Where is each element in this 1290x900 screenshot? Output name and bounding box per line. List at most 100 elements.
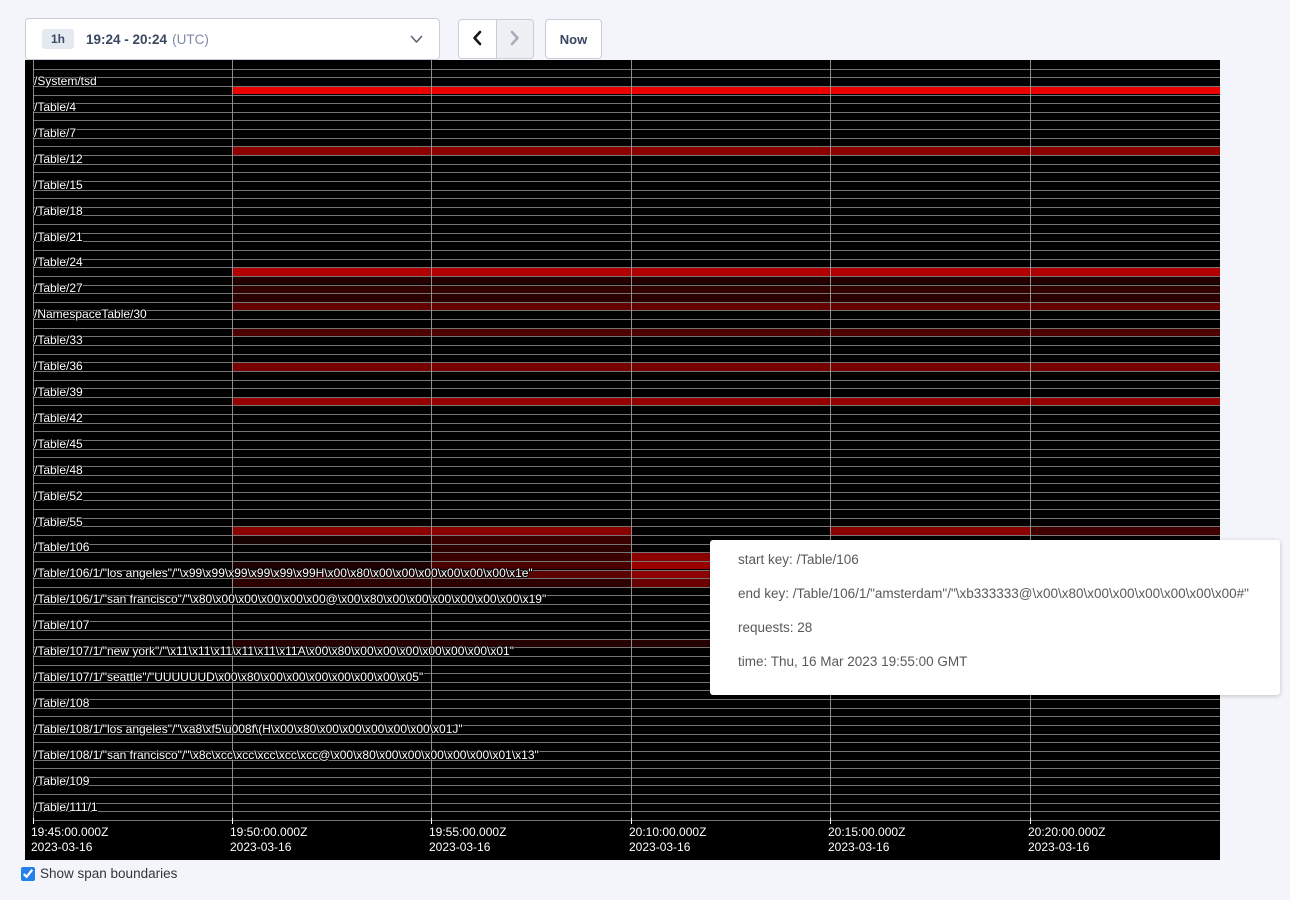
key-span-label: /Table/21 <box>34 231 83 244</box>
span-boundary-line <box>33 103 1220 104</box>
key-span-label: /Table/108 <box>34 697 89 710</box>
span-boundary-line <box>33 509 1220 510</box>
span-boundary-line <box>33 215 1220 216</box>
span-boundary-line <box>33 492 1220 493</box>
tooltip-start-key: start key: /Table/106 <box>738 543 1280 577</box>
span-boundary-line <box>33 803 1220 804</box>
time-zone-text: (UTC) <box>172 32 209 47</box>
key-span-label: /Table/107 <box>34 619 89 632</box>
span-boundary-line <box>33 319 1220 320</box>
span-boundary-line <box>33 112 1220 113</box>
key-visualizer-canvas[interactable]: /System/tsd/Table/4/Table/7/Table/12/Tab… <box>25 60 1220 860</box>
key-span-label: /Table/7 <box>34 127 76 140</box>
key-span-label: /Table/109 <box>34 775 89 788</box>
span-boundary-line <box>33 310 1220 311</box>
heat-band <box>232 363 1220 371</box>
span-boundary-line <box>33 457 1220 458</box>
tooltip-time: time: Thu, 16 Mar 2023 19:55:00 GMT <box>738 645 1280 679</box>
key-span-label: /Table/24 <box>34 256 83 269</box>
key-span-label: /Table/108/1/"los angeles"/"\xa8\xf5\u00… <box>34 723 463 736</box>
key-span-label: /Table/12 <box>34 153 83 166</box>
heat-band <box>232 147 1220 155</box>
span-boundary-line <box>33 768 1220 769</box>
key-span-label: /Table/107/1/"seattle"/"UUUUUUD\x00\x80\… <box>34 671 423 684</box>
tooltip-end-key: end key: /Table/106/1/"amsterdam"/"\xb33… <box>738 577 1280 611</box>
checkbox-label: Show span boundaries <box>40 866 177 881</box>
key-span-label: /Table/33 <box>34 334 83 347</box>
x-axis-tickmark <box>1030 818 1031 824</box>
span-boundary-line <box>33 466 1220 467</box>
key-span-label: /Table/4 <box>34 101 76 114</box>
span-boundary-line <box>33 388 1220 389</box>
span-boundary-line <box>33 785 1220 786</box>
tooltip: start key: /Table/106 end key: /Table/10… <box>710 540 1280 695</box>
key-span-label: /Table/108/1/"san francisco"/"\x8c\xcc\x… <box>34 749 539 762</box>
key-span-label: /Table/39 <box>34 386 83 399</box>
span-boundary-line <box>33 794 1220 795</box>
time-gridline <box>631 60 632 824</box>
footer: Show span boundaries <box>21 866 177 881</box>
span-boundary-line <box>33 138 1220 139</box>
span-boundary-line <box>33 405 1220 406</box>
prev-time-button[interactable] <box>459 20 496 58</box>
next-time-button[interactable] <box>496 20 534 58</box>
span-boundary-line <box>33 483 1220 484</box>
heat-band <box>232 87 1220 95</box>
span-boundary-line <box>33 820 1220 821</box>
span-boundary-line <box>33 380 1220 381</box>
span-boundary-line <box>33 241 1220 242</box>
span-boundary-line <box>33 440 1220 441</box>
key-span-label: /Table/18 <box>34 205 83 218</box>
heat-band <box>232 329 1220 337</box>
key-span-label: /Table/106 <box>34 541 89 554</box>
span-boundary-line <box>33 431 1220 432</box>
key-span-label: /Table/106/1/"san francisco"/"\x80\x00\x… <box>34 593 546 606</box>
time-nav-group <box>458 19 534 59</box>
tooltip-requests: requests: 28 <box>738 611 1280 645</box>
span-boundary-line <box>33 336 1220 337</box>
chevron-right-icon <box>507 30 522 49</box>
key-span-label: /Table/48 <box>34 464 83 477</box>
key-span-label: /Table/52 <box>34 490 83 503</box>
span-boundary-line <box>33 224 1220 225</box>
span-boundary-line <box>33 172 1220 173</box>
key-span-label: /Table/107/1/"new york"/"\x11\x11\x11\x1… <box>34 645 514 658</box>
x-axis-tick-label: 19:50:00.000Z2023-03-16 <box>230 825 307 855</box>
time-gridline <box>1030 60 1031 824</box>
time-gridline <box>232 60 233 824</box>
x-axis-tick-label: 20:10:00.000Z2023-03-16 <box>629 825 706 855</box>
now-button[interactable]: Now <box>545 19 602 59</box>
span-boundary-line <box>33 500 1220 501</box>
key-visualizer-page: 1h 19:24 - 20:24 (UTC) Now /System/tsd/T… <box>0 0 1290 900</box>
key-span-label: /Table/27 <box>34 282 83 295</box>
x-axis-tick-label: 20:20:00.000Z2023-03-16 <box>1028 825 1105 855</box>
time-range-selector[interactable]: 1h 19:24 - 20:24 (UTC) <box>25 18 440 60</box>
span-boundary-line <box>33 259 1220 260</box>
heat-band <box>232 286 1220 294</box>
x-axis-tickmark <box>431 818 432 824</box>
x-axis-tickmark <box>631 818 632 824</box>
span-boundary-line <box>33 811 1220 812</box>
key-span-label: /Table/55 <box>34 516 83 529</box>
show-span-boundaries-checkbox[interactable] <box>21 867 35 881</box>
heat-band <box>1030 527 1220 535</box>
span-boundary-line <box>33 699 1220 700</box>
heat-band <box>431 536 631 544</box>
chevron-down-icon[interactable] <box>410 35 423 44</box>
span-boundary-line <box>33 77 1220 78</box>
key-span-label: /Table/36 <box>34 360 83 373</box>
heat-band <box>232 536 431 544</box>
heat-band <box>232 277 1220 285</box>
heat-band <box>431 545 631 553</box>
time-gridline <box>431 60 432 824</box>
span-boundary-line <box>33 742 1220 743</box>
span-boundary-line <box>33 423 1220 424</box>
key-span-label: /Table/111/1 <box>34 801 98 814</box>
x-axis-tickmark <box>33 818 34 824</box>
span-boundary-line <box>33 207 1220 208</box>
key-span-label: /Table/42 <box>34 412 83 425</box>
key-span-label: /Table/106/1/"los angeles"/"\x99\x99\x99… <box>34 567 533 580</box>
span-boundary-line <box>33 777 1220 778</box>
key-span-label: /System/tsd <box>34 75 97 88</box>
span-boundary-line <box>33 250 1220 251</box>
